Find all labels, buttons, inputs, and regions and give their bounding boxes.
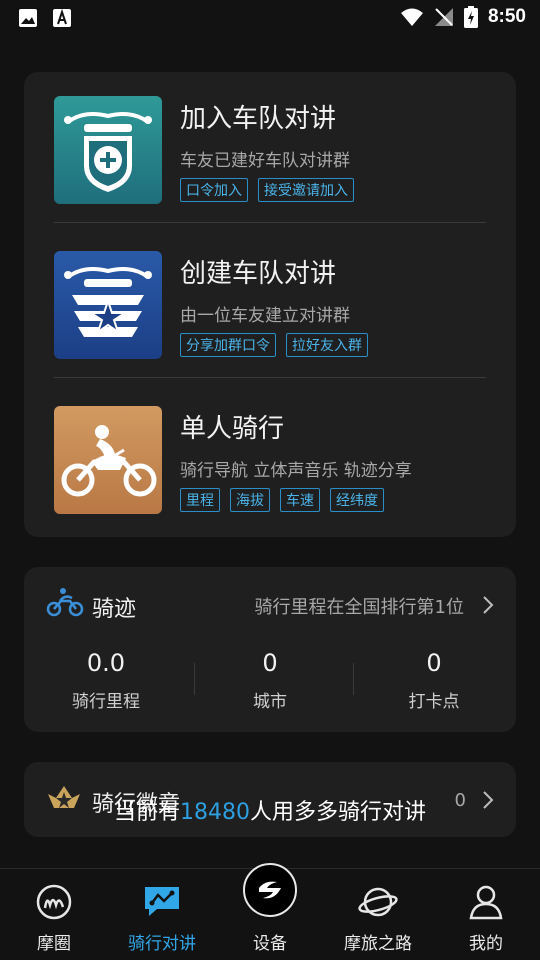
stat-checkins: 0 打卡点 [352,649,516,712]
tag-altitude[interactable]: 海拔 [230,488,270,512]
tab-mine[interactable]: 我的 [432,869,540,960]
track-header[interactable]: 骑迹 骑行里程在全国排行第1位 [46,585,494,625]
mode-description: 车友已建好车队对讲群 [180,151,350,171]
track-stats: 0.0 骑行里程 0 城市 0 打卡点 [24,649,516,712]
status-bar: 8:50 [0,0,540,38]
tag-share-code[interactable]: 分享加群口令 [180,333,276,357]
riding-track-card[interactable]: 骑迹 骑行里程在全国排行第1位 0.0 骑行里程 0 城市 0 打卡点 [24,567,516,732]
mode-title: 单人骑行 [180,414,285,444]
tab-label: 骑行对讲 [128,934,196,954]
stat-label: 城市 [253,692,287,712]
mode-title: 加入车队对讲 [180,104,337,134]
shield-star-icon [54,251,162,359]
mode-description: 骑行导航 立体声音乐 轨迹分享 [180,461,412,481]
stat-separator [194,663,195,695]
stat-mileage: 0.0 骑行里程 [24,649,188,712]
tag-mileage[interactable]: 里程 [180,488,220,512]
tab-label: 设备 [253,934,287,954]
motorcycle-icon [46,588,84,617]
online-count: 18480 [180,800,250,825]
stat-label: 骑行里程 [72,692,140,712]
divider [54,222,486,223]
bottom-tab-bar: 摩圈 骑行对讲 设备 摩旅之路 我的 [0,863,540,960]
tag-invite-friends[interactable]: 拉好友入群 [286,333,368,357]
mode-description: 由一位车友建立对讲群 [180,306,350,326]
planet-icon [358,887,398,917]
chevron-right-icon [483,596,494,614]
riding-modes-card: 加入车队对讲 车友已建好车队对讲群 口令加入 接受邀请加入 创建车队对讲 由一位… [24,72,516,537]
tag-accept-invite[interactable]: 接受邀请加入 [258,178,354,202]
moquan-logo-icon [36,884,72,920]
solo-riding-item[interactable]: 单人骑行 骑行导航 立体声音乐 轨迹分享 里程 海拔 车速 经纬度 [54,382,486,537]
tab-label: 我的 [469,934,503,954]
font-a-icon [53,8,71,27]
join-team-intercom-item[interactable]: 加入车队对讲 车友已建好车队对讲群 口令加入 接受邀请加入 [54,72,486,227]
online-users-banner: 当前有18480人用多多骑行对讲 [0,794,540,826]
tab-moto-travel[interactable]: 摩旅之路 [324,869,432,960]
rank-text: 骑行里程在全国排行第1位 [254,597,464,618]
track-title: 骑迹 [92,597,137,622]
tab-label: 摩圈 [37,934,71,954]
motorcycle-rider-icon [54,406,162,514]
gallery-icon [19,9,37,27]
wifi-icon [400,8,423,26]
chat-route-icon [145,887,179,916]
no-signal-icon [434,8,453,26]
banner-suffix: 人用多多骑行对讲 [250,800,427,825]
create-team-intercom-item[interactable]: 创建车队对讲 由一位车友建立对讲群 分享加群口令 拉好友入群 [54,227,486,382]
person-icon [469,885,503,920]
banner-prefix: 当前有 [113,800,180,825]
battery-charging-icon [463,6,478,28]
stat-value: 0.0 [86,649,126,677]
divider [54,377,486,378]
mode-title: 创建车队对讲 [180,259,337,289]
tag-coordinates[interactable]: 经纬度 [330,488,384,512]
tab-riding-intercom[interactable]: 骑行对讲 [108,869,216,960]
stat-cities: 0 城市 [188,649,354,712]
device-logo-icon [243,863,297,917]
stat-label: 打卡点 [408,692,460,712]
tab-moquan[interactable]: 摩圈 [0,869,108,960]
tag-password-join[interactable]: 口令加入 [180,178,248,202]
tab-label: 摩旅之路 [344,934,412,954]
tag-speed[interactable]: 车速 [280,488,320,512]
clock: 8:50 [487,6,526,27]
shield-plus-icon [54,96,162,204]
stat-value: 0 [426,649,442,677]
tab-device[interactable]: 设备 [216,863,324,960]
stat-value: 0 [262,649,278,677]
